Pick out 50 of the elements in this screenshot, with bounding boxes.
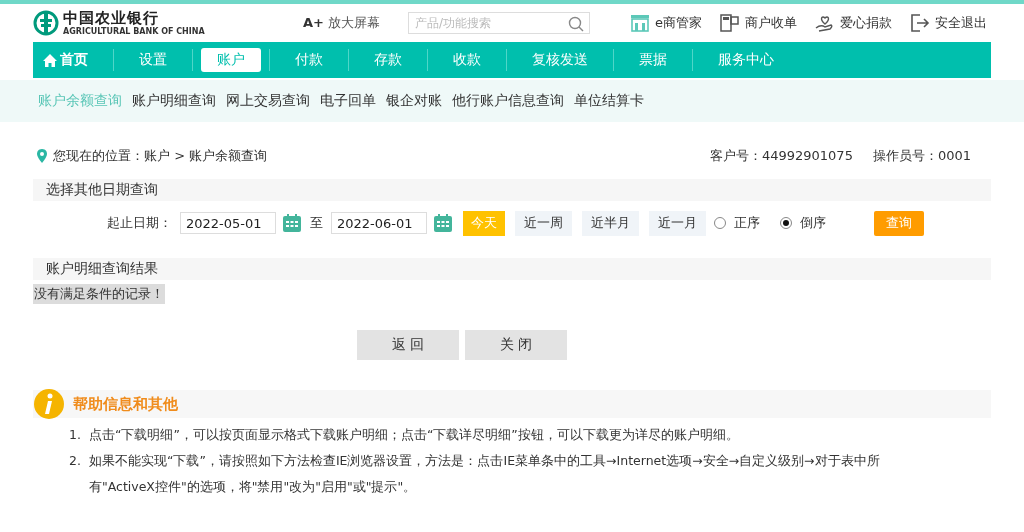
search-field[interactable]: 产品/功能搜索 [408, 12, 590, 34]
radio-label: 倒序 [800, 214, 826, 232]
help-title: 帮助信息和其他 [73, 394, 178, 414]
bank-logo-icon [33, 10, 59, 36]
to-label: 至 [310, 214, 323, 232]
start-date-field[interactable]: 2022-05-01 [180, 212, 276, 234]
sub-nav-tab[interactable]: 网上交易查询 [226, 92, 310, 110]
help-text: 点击“下载明细”，可以按页面显示格式下载账户明细；点击“下载详尽明细”按钮，可以下载更为详尽的账户明细。 [88, 426, 739, 444]
heart-hand-icon [815, 14, 835, 32]
breadcrumb: 您现在的位置：账户 > 账户余额查询 [53, 147, 268, 165]
header-link-label: 商户收单 [745, 14, 797, 32]
action-button[interactable]: 返 回 [357, 330, 459, 360]
header-link[interactable]: e商管家 [630, 14, 702, 32]
sub-nav-tab[interactable]: 电子回单 [320, 92, 376, 110]
section-title: 选择其他日期查询 [46, 181, 158, 199]
bank-name-english: AGRICULTURAL BANK OF CHINA [63, 27, 205, 36]
calendar-icon[interactable] [433, 213, 453, 233]
help-text: 如果不能实现“下载”，请按照如下方法检查IE浏览器设置，方法是：点击IE菜单条中的工具→Internet选项→安全→自定义级别→对于表中所有"ActiveX控件"的选项，将"禁用"改为"启用"或"提示"。 [88, 452, 881, 496]
sub-nav-tab[interactable]: 银企对账 [386, 92, 442, 110]
bank-name: 中国农业银行 [63, 10, 160, 27]
location-pin-icon [37, 149, 47, 163]
header-link-label: 安全退出 [935, 14, 987, 32]
enlarge-screen-button[interactable]: A+ 放大屏幕 [303, 14, 408, 32]
header-link-label: e商管家 [655, 14, 702, 32]
sub-nav-tab[interactable]: 单位结算卡 [574, 92, 644, 110]
search-icon [568, 16, 584, 32]
logout-icon [910, 14, 930, 32]
date-range-label: 起止日期： [107, 214, 172, 232]
action-button[interactable]: 关 闭 [465, 330, 567, 360]
date-range-button[interactable]: 近一周 [515, 210, 572, 236]
date-range-button[interactable]: 近半月 [582, 210, 639, 236]
home-icon [43, 53, 57, 67]
list-number: 2. [69, 452, 81, 470]
list-number: 1. [69, 426, 81, 444]
header-link[interactable]: 安全退出 [910, 14, 987, 32]
calendar-icon[interactable] [282, 213, 302, 233]
header-link[interactable]: 爱心捐款 [815, 14, 892, 32]
operator-number: 操作员号：0001 [872, 147, 971, 165]
section-title: 账户明细查询结果 [46, 260, 158, 278]
sub-nav-tab[interactable]: 账户明细查询 [132, 92, 216, 110]
date-range-button[interactable]: 近一月 [649, 210, 706, 236]
sub-nav-tab[interactable]: 他行账户信息查询 [452, 92, 564, 110]
customer-number: 客户号：44992901075 [709, 147, 853, 165]
no-records-message: 没有满足条件的记录！ [33, 284, 165, 304]
header-link[interactable]: 商户收单 [720, 14, 797, 32]
storefront-icon [630, 14, 650, 32]
header-link-label: 爱心捐款 [840, 14, 892, 32]
end-date-field[interactable]: 2022-06-01 [331, 212, 427, 234]
pos-terminal-icon [720, 14, 740, 32]
radio-label: 正序 [734, 214, 760, 232]
